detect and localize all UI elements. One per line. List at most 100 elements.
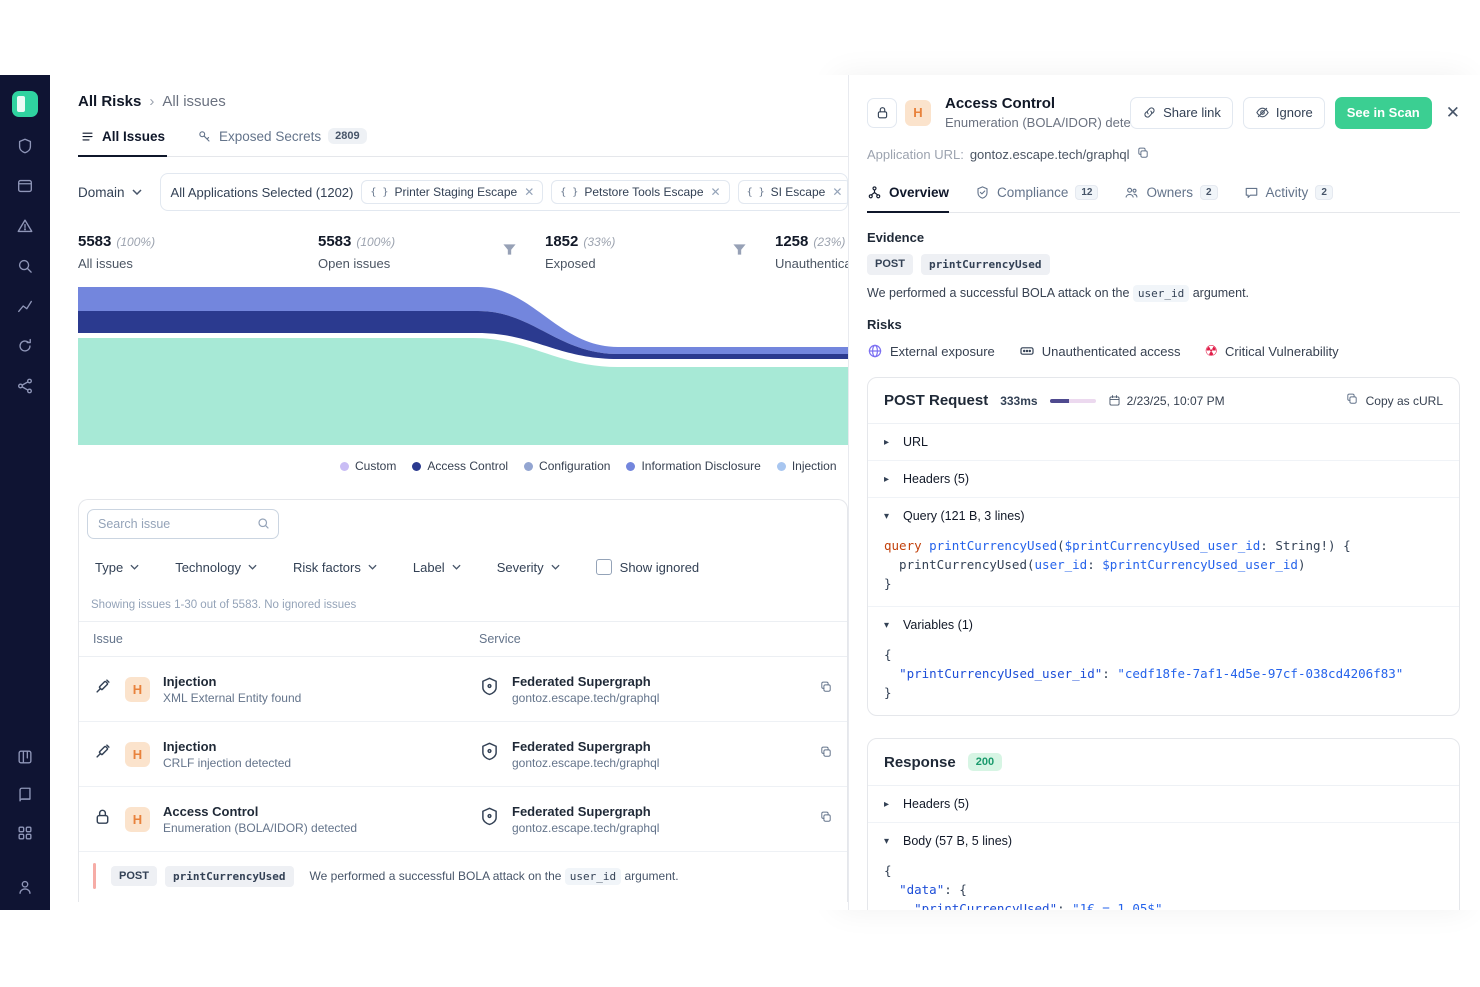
ignore-button[interactable]: Ignore — [1243, 97, 1325, 129]
docs-book-icon[interactable] — [16, 786, 34, 804]
caret-expanded-icon: ▾ — [884, 511, 894, 522]
graphql-braces-icon: { } — [747, 187, 765, 198]
legend-item[interactable]: Access Control — [412, 459, 508, 473]
tab-activity-label: Activity — [1266, 185, 1309, 200]
caret-collapsed-icon: ▸ — [884, 799, 894, 810]
response-body-label: Body (57 B, 5 lines) — [903, 834, 1012, 848]
results-summary: Showing issues 1-30 out of 5583. No igno… — [91, 599, 847, 611]
table-row[interactable]: H Injection XML External Entity found Fe… — [79, 657, 847, 722]
legend-item[interactable]: Custom — [340, 459, 396, 473]
request-variables-section[interactable]: ▾ Variables (1) — [868, 606, 1459, 643]
legend-item[interactable]: Injection — [777, 459, 837, 473]
show-ignored-toggle[interactable]: Show ignored — [596, 559, 700, 575]
column-issue[interactable]: Issue — [93, 632, 479, 646]
response-headers-section[interactable]: ▸ Headers (5) — [868, 786, 1459, 822]
legend-item[interactable]: Information Disclosure — [626, 459, 760, 473]
copy-icon[interactable] — [819, 745, 833, 764]
account-user-icon[interactable] — [16, 878, 34, 896]
service-url: gontoz.escape.tech/graphql — [512, 821, 659, 835]
tab-exposed-secrets[interactable]: Exposed Secrets 2809 — [195, 128, 369, 156]
syringe-icon — [93, 742, 112, 766]
escape-logo[interactable] — [12, 91, 38, 117]
reports-chart-icon[interactable] — [16, 297, 34, 315]
remove-chip-icon[interactable]: ✕ — [524, 185, 534, 199]
stat-percent: (33%) — [583, 235, 615, 249]
alerts-warning-icon[interactable] — [16, 217, 34, 235]
search-magnifier-icon — [256, 516, 271, 536]
search-icon[interactable] — [16, 257, 34, 275]
request-headers-section[interactable]: ▸ Headers (5) — [868, 460, 1459, 497]
request-url-section[interactable]: ▸ URL — [868, 424, 1459, 460]
risks-row: External exposure Unauthenticated access… — [867, 343, 1460, 359]
applications-summary: All Applications Selected (1202) — [171, 185, 354, 200]
table-row[interactable]: H Injection CRLF injection detected Fede… — [79, 722, 847, 787]
sidebar-bottom-icons — [16, 748, 34, 896]
severity-badge: H — [125, 677, 150, 702]
type-filter-dropdown[interactable]: Type — [95, 560, 139, 575]
chevron-down-icon — [551, 564, 560, 570]
tab-activity[interactable]: Activity 2 — [1244, 185, 1333, 212]
request-query-section[interactable]: ▾ Query (121 B, 3 lines) — [868, 497, 1459, 534]
copy-icon[interactable] — [819, 680, 833, 699]
eye-off-icon — [1255, 105, 1270, 120]
technology-filter-dropdown[interactable]: Technology — [175, 560, 257, 575]
issues-table-card: Type Technology Risk factors Label Sever… — [78, 499, 848, 902]
risks-shield-icon[interactable] — [16, 137, 34, 155]
label-filter-dropdown[interactable]: Label — [413, 560, 461, 575]
application-chip[interactable]: { } Petstore Tools Escape ✕ — [551, 180, 729, 204]
applications-filter[interactable]: All Applications Selected (1202) { } Pri… — [160, 173, 848, 211]
caret-expanded-icon: ▾ — [884, 836, 894, 847]
tab-overview[interactable]: Overview — [867, 185, 949, 212]
label-filter-label: Label — [413, 560, 445, 575]
hub-grid-icon[interactable] — [16, 824, 34, 842]
response-body-section[interactable]: ▾ Body (57 B, 5 lines) — [868, 822, 1459, 859]
legend-item[interactable]: Configuration — [524, 459, 610, 473]
tab-owners[interactable]: Owners 2 — [1124, 185, 1217, 212]
share-link-button[interactable]: Share link — [1130, 97, 1233, 129]
stat-label: Open issues — [318, 256, 395, 271]
severity-filter-dropdown[interactable]: Severity — [497, 560, 560, 575]
evidence-strip: POST printCurrencyUsed We performed a su… — [79, 852, 847, 902]
lock-icon — [93, 807, 112, 831]
column-service[interactable]: Service — [479, 632, 833, 646]
filter-funnel-icon[interactable] — [502, 243, 517, 261]
chevron-down-icon — [132, 189, 142, 195]
tab-compliance[interactable]: Compliance 12 — [975, 185, 1098, 212]
secrets-key-icon — [197, 129, 212, 144]
copy-icon[interactable] — [819, 810, 833, 829]
risk-factors-filter-dropdown[interactable]: Risk factors — [293, 560, 377, 575]
copy-as-curl-button[interactable]: Copy as cURL — [1345, 392, 1443, 409]
search-issue-input[interactable] — [87, 509, 279, 539]
supergraph-icon — [479, 741, 500, 767]
link-icon — [1142, 105, 1157, 120]
tab-all-issues[interactable]: All Issues — [78, 128, 167, 156]
applications-window-icon[interactable] — [16, 177, 34, 195]
table-row-selected[interactable]: H Access Control Enumeration (BOLA/IDOR)… — [79, 787, 847, 852]
evidence-text-after: argument. — [1193, 286, 1249, 300]
stat-unauthenticated: 1258(23%) Unauthenticated — [775, 233, 848, 271]
domain-dropdown[interactable]: Domain — [78, 185, 142, 200]
service-cell: Federated Supergraph gontoz.escape.tech/… — [479, 674, 833, 705]
response-body-code: { "data": { "printCurrencyUsed": "1€ = 1… — [868, 859, 1459, 910]
integrations-nodes-icon[interactable] — [16, 377, 34, 395]
application-url-label: Application URL: — [867, 147, 964, 162]
chevron-down-icon — [452, 564, 461, 570]
application-chip[interactable]: { } SI Escape ✕ — [738, 180, 848, 204]
evidence-accent-bar — [93, 863, 96, 889]
see-in-scan-button[interactable]: See in Scan — [1335, 97, 1432, 129]
filter-funnel-icon[interactable] — [732, 243, 747, 261]
severity-badge: H — [125, 807, 150, 832]
remove-chip-icon[interactable]: ✕ — [711, 185, 721, 199]
evidence-text-after: argument. — [625, 869, 679, 883]
application-chip[interactable]: { } Printer Staging Escape ✕ — [361, 180, 543, 204]
rescan-refresh-icon[interactable] — [16, 337, 34, 355]
close-panel-icon[interactable]: ✕ — [1446, 104, 1460, 121]
show-ignored-checkbox[interactable] — [596, 559, 612, 575]
breadcrumb-all-risks[interactable]: All Risks — [78, 93, 141, 110]
remove-chip-icon[interactable]: ✕ — [832, 185, 842, 199]
copy-url-icon[interactable] — [1136, 146, 1150, 163]
stat-label: Unauthenticated — [775, 256, 848, 271]
risk-label: Unauthenticated access — [1042, 344, 1181, 359]
board-kanban-icon[interactable] — [16, 748, 34, 766]
service-url: gontoz.escape.tech/graphql — [512, 691, 659, 705]
